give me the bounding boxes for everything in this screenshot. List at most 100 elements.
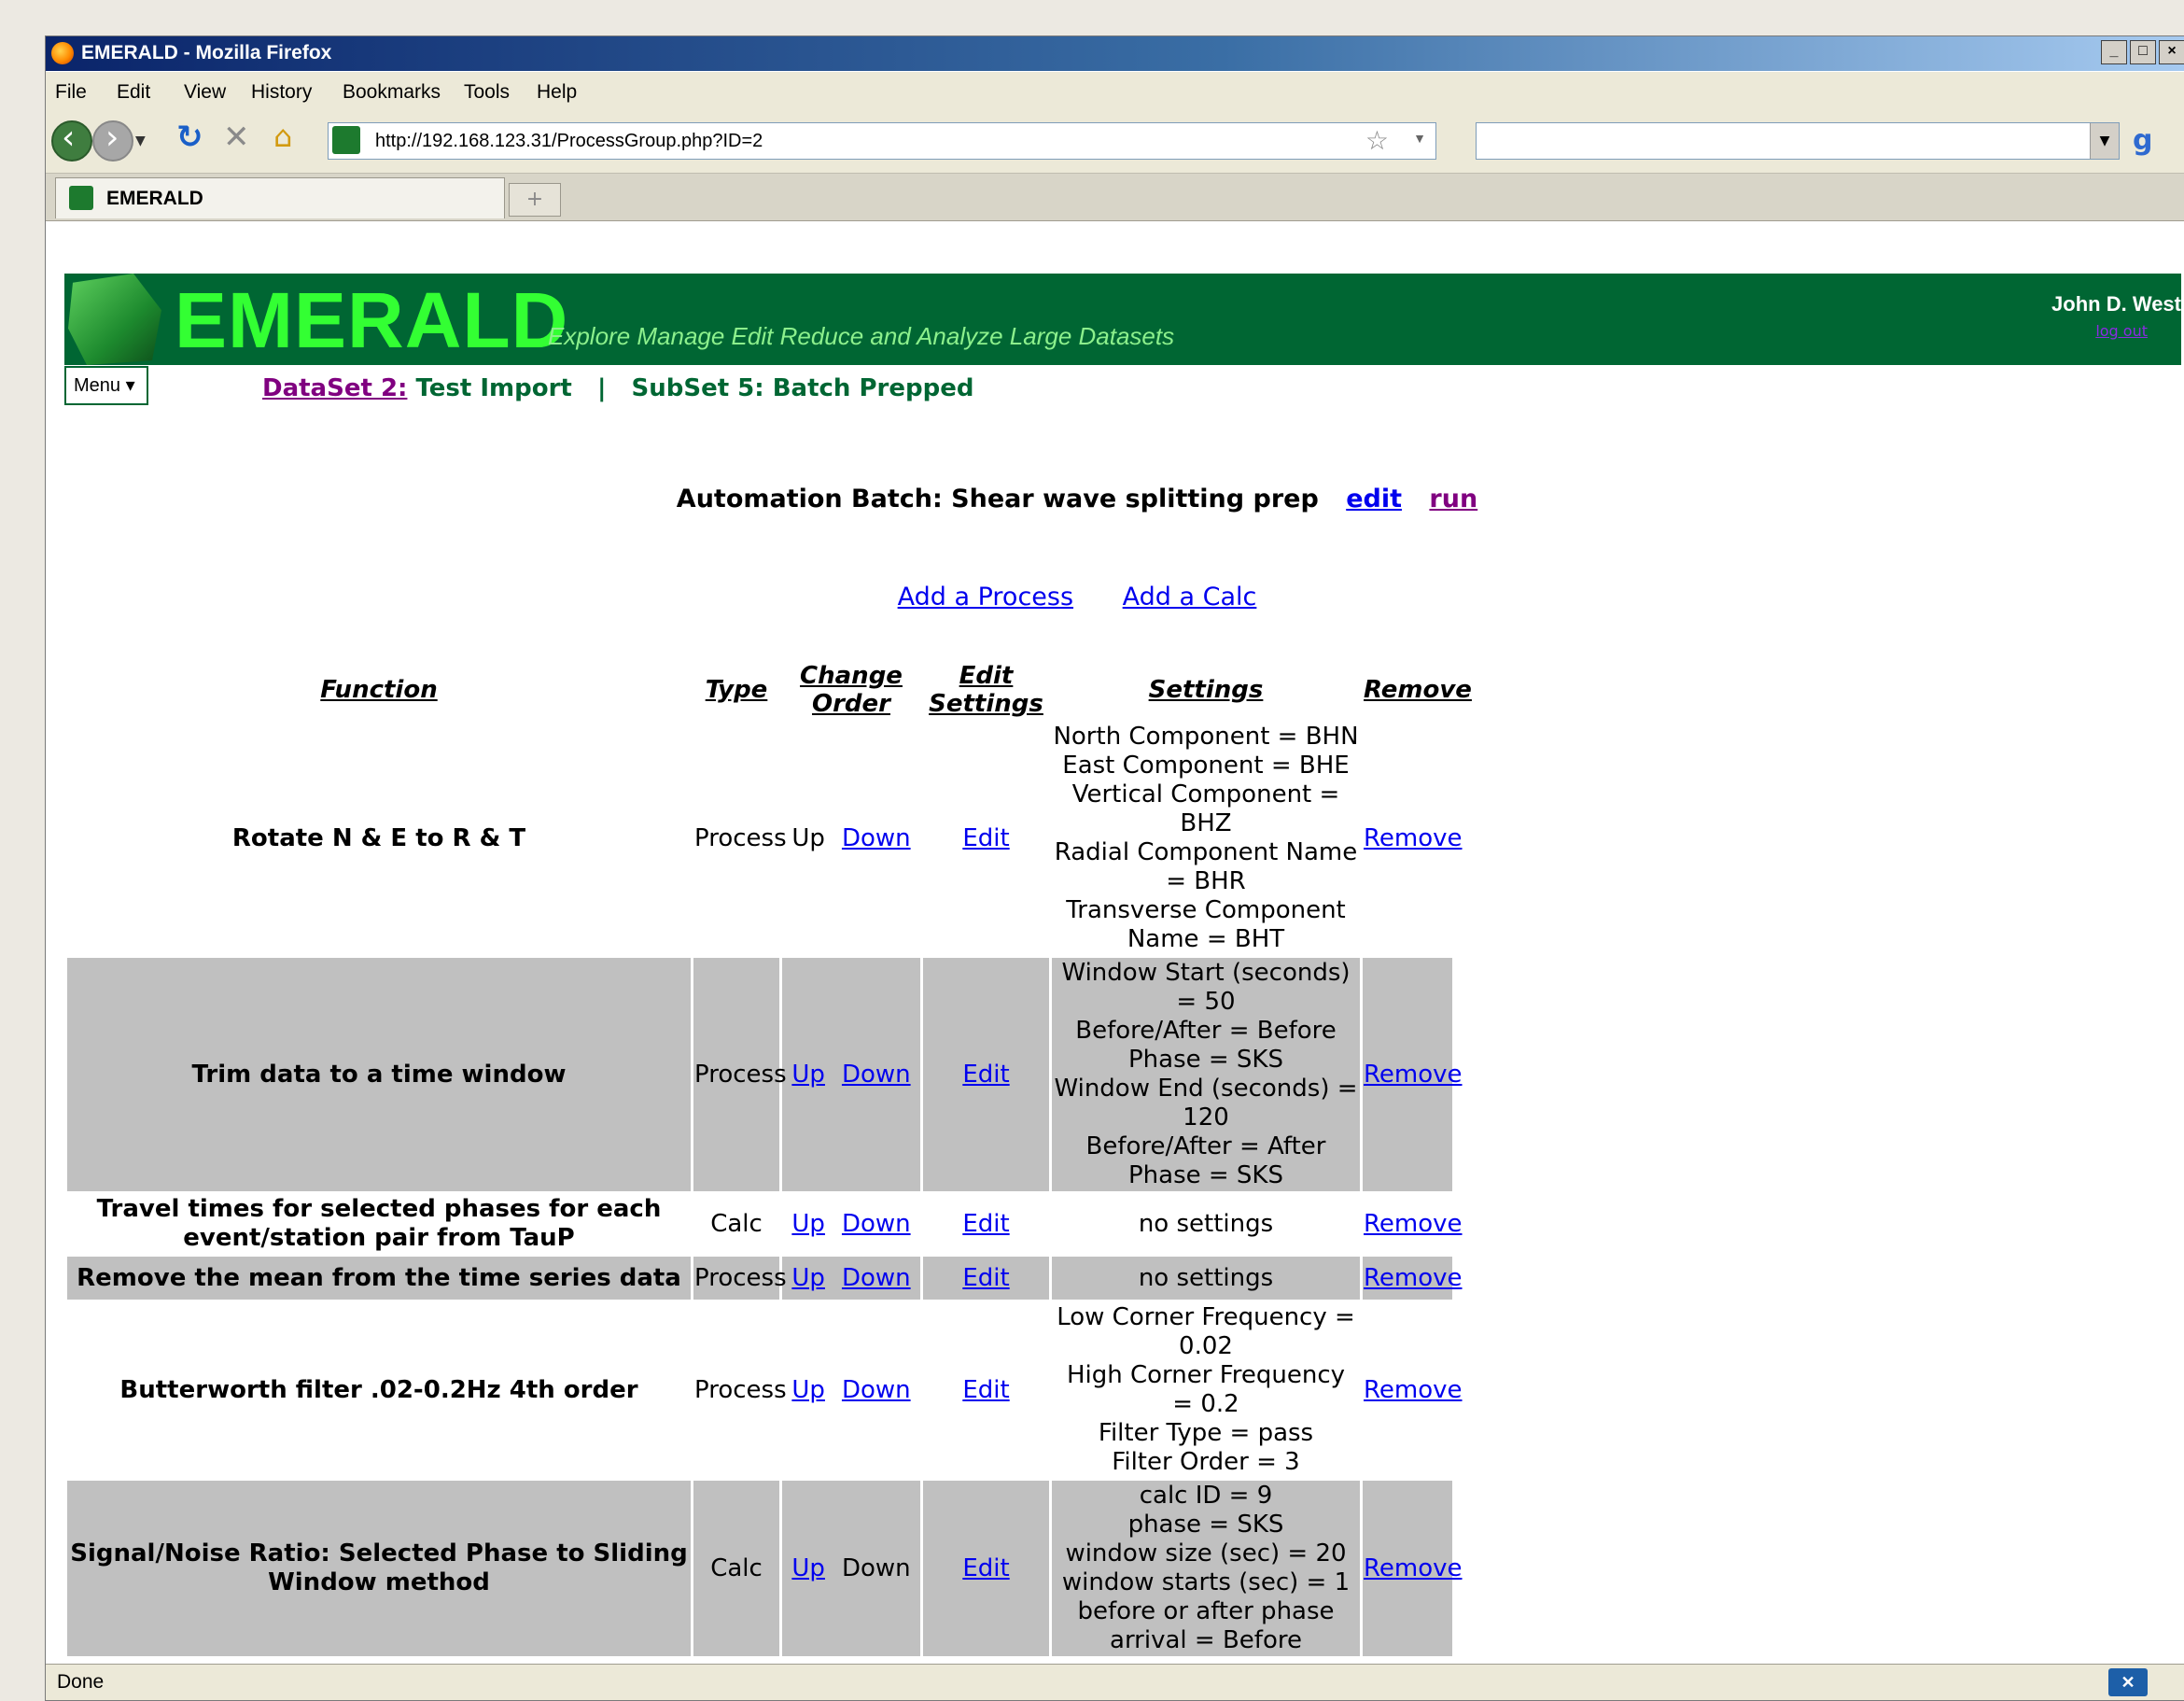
function-name: Trim data to a time window <box>191 1060 567 1089</box>
user-name: John D. West <box>2051 292 2181 316</box>
search-dropdown-icon[interactable]: ▼ <box>2090 123 2119 159</box>
batch-edit-link[interactable]: edit <box>1346 485 1402 513</box>
table-row: Travel times for selected phases for eac… <box>67 1194 2184 1254</box>
settings-cell: Window Start (seconds) = 50 Before/After … <box>1052 958 1360 1191</box>
row-spacer <box>1455 1194 2184 1254</box>
function-cell: Signal/Noise Ratio: Selected Phase to Sl… <box>67 1481 691 1656</box>
menu-help[interactable]: Help <box>537 81 577 104</box>
site-banner: EMERALD Explore Manage Edit Reduce and A… <box>64 274 2181 365</box>
remove-link[interactable]: Remove <box>1364 1264 1463 1292</box>
edit-link[interactable]: Edit <box>962 1210 1009 1238</box>
edit-link[interactable]: Edit <box>962 1061 1009 1089</box>
move-up-link[interactable]: Up <box>791 1061 825 1089</box>
batch-title: Automation Batch: Shear wave splitting p… <box>676 485 1319 513</box>
logout-link[interactable]: log out <box>2095 322 2148 340</box>
title-bar: EMERALD - Mozilla Firefox _ □ × <box>46 36 2184 71</box>
add-actions: Add a Process Add a Calc <box>46 583 2108 612</box>
reload-icon[interactable]: ↻ <box>176 119 217 160</box>
stop-icon[interactable]: ✕ <box>223 119 264 160</box>
remove-link[interactable]: Remove <box>1364 1376 1463 1404</box>
setting-line: Phase = SKS <box>1127 1161 1283 1189</box>
page-content: EMERALD Explore Manage Edit Reduce and A… <box>46 221 2184 1694</box>
function-cell: Remove the mean from the time series dat… <box>67 1257 691 1300</box>
setting-line: Transverse Component Name = BHT <box>1066 896 1346 953</box>
google-search-icon[interactable]: g <box>2133 124 2166 158</box>
addon-status-icon[interactable]: ✕ <box>2108 1668 2148 1696</box>
move-down-link[interactable]: Down <box>842 1210 911 1238</box>
batch-run-link[interactable]: run <box>1429 485 1477 513</box>
settings-cell: no settings <box>1052 1194 1360 1254</box>
tab-favicon <box>69 186 93 210</box>
setting-line: Window Start (seconds) = 50 <box>1061 959 1351 1016</box>
back-button[interactable] <box>51 119 92 162</box>
remove-link[interactable]: Remove <box>1364 1210 1463 1238</box>
dataset-name: Test Import <box>415 374 572 402</box>
url-dropdown-icon[interactable]: ▼ <box>1413 131 1426 146</box>
menu-history[interactable]: History <box>251 81 312 104</box>
remove-cell: Remove <box>1363 1302 1463 1478</box>
move-down-link[interactable]: Down <box>842 1061 911 1089</box>
maximize-button[interactable]: □ <box>2130 40 2156 64</box>
dataset-link[interactable]: DataSet 2: <box>262 374 407 402</box>
move-up-link[interactable]: Up <box>791 1264 825 1292</box>
change-order-cell: Up Down <box>782 1194 920 1254</box>
bookmark-star-icon[interactable]: ☆ <box>1365 125 1389 156</box>
move-up-link[interactable]: Up <box>791 1210 825 1238</box>
row-spacer <box>1455 958 2184 1191</box>
setting-line: calc ID = 9 <box>1139 1482 1273 1510</box>
breadcrumb-separator: | <box>596 374 607 402</box>
search-input[interactable]: ▼ <box>1476 122 2120 160</box>
chevron-down-icon: ▾ <box>125 375 135 396</box>
move-down-link[interactable]: Down <box>842 1376 911 1404</box>
col-spacer <box>1455 661 2184 719</box>
address-bar[interactable]: http://192.168.123.31/ProcessGroup.php?I… <box>328 122 1436 160</box>
menu-bar: File Edit View History Bookmarks Tools H… <box>46 72 2184 113</box>
col-header-change-order: Change Order <box>800 662 903 718</box>
menu-edit[interactable]: Edit <box>117 81 150 104</box>
edit-cell: Edit <box>923 1302 1049 1478</box>
edit-link[interactable]: Edit <box>962 824 1009 852</box>
edit-link[interactable]: Edit <box>962 1376 1009 1404</box>
setting-line: Vertical Component = BHZ <box>1071 780 1340 837</box>
move-up-link[interactable]: Up <box>791 1554 825 1582</box>
page-menu-button[interactable]: Menu ▾ <box>64 366 148 405</box>
edit-link[interactable]: Edit <box>962 1554 1009 1582</box>
change-order-cell: Up Down <box>782 722 920 955</box>
setting-line: Before/After = After <box>1085 1132 1326 1160</box>
row-spacer <box>1455 1481 2184 1656</box>
move-down-link[interactable]: Down <box>842 824 911 852</box>
minimize-button[interactable]: _ <box>2101 40 2127 64</box>
type-cell: Process <box>693 958 787 1191</box>
breadcrumb: DataSet 2: Test Import | SubSet 5: Batch… <box>262 374 973 402</box>
add-process-link[interactable]: Add a Process <box>898 583 1073 612</box>
window-title: EMERALD - Mozilla Firefox <box>81 42 332 63</box>
setting-line: Window End (seconds) = 120 <box>1054 1075 1358 1132</box>
firefox-icon <box>51 42 74 64</box>
table-row: Butterworth filter .02-0.2Hz 4th order Pr… <box>67 1302 2184 1478</box>
remove-link[interactable]: Remove <box>1364 1061 1463 1089</box>
tab-emerald[interactable]: EMERALD <box>55 177 505 218</box>
add-calc-link[interactable]: Add a Calc <box>1123 583 1257 612</box>
home-icon[interactable]: ⌂ <box>273 119 315 160</box>
close-button[interactable]: × <box>2159 40 2184 64</box>
forward-button[interactable] <box>92 119 133 162</box>
remove-link[interactable]: Remove <box>1364 1554 1463 1582</box>
remove-link[interactable]: Remove <box>1364 824 1463 852</box>
function-cell: Trim data to a time window <box>67 958 691 1191</box>
history-dropdown-icon[interactable]: ▼ <box>135 134 154 152</box>
function-name: Travel times for selected phases for eac… <box>96 1195 662 1252</box>
menu-view[interactable]: View <box>184 81 226 104</box>
url-text[interactable]: http://192.168.123.31/ProcessGroup.php?I… <box>375 131 763 152</box>
menu-file[interactable]: File <box>55 81 87 104</box>
move-down-link[interactable]: Down <box>842 1264 911 1292</box>
tab-label: EMERALD <box>106 188 203 209</box>
site-identity-icon[interactable] <box>332 126 360 154</box>
row-spacer <box>1455 722 2184 955</box>
move-up-link[interactable]: Up <box>791 1376 825 1404</box>
menu-bookmarks[interactable]: Bookmarks <box>343 81 441 104</box>
new-tab-button[interactable]: + <box>509 183 561 217</box>
menu-tools[interactable]: Tools <box>464 81 510 104</box>
edit-link[interactable]: Edit <box>962 1264 1009 1292</box>
table-header-row: Function Type Change Order Edit Settings… <box>67 661 2184 719</box>
setting-line: High Corner Frequency = 0.2 <box>1066 1361 1346 1418</box>
